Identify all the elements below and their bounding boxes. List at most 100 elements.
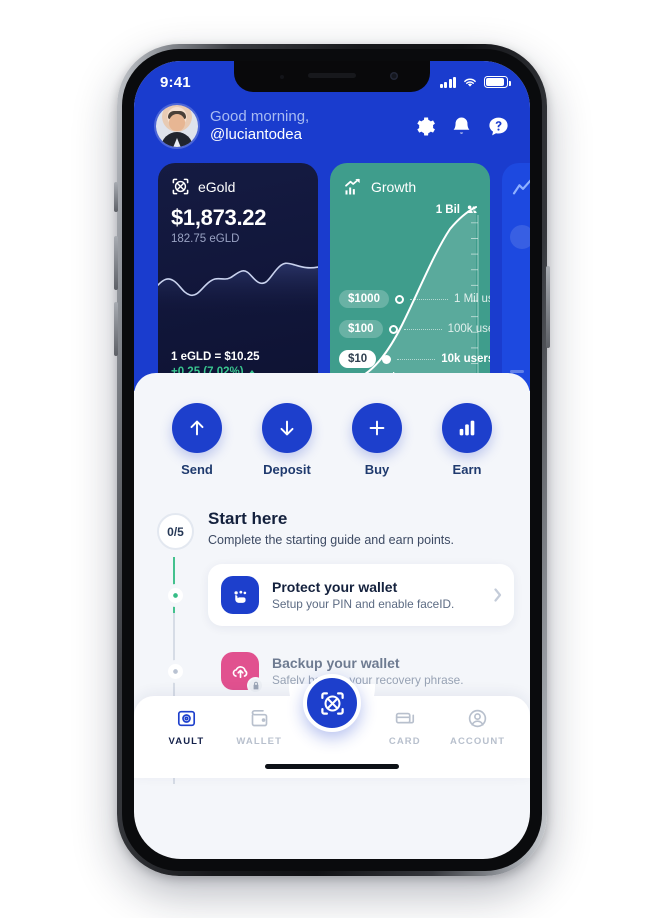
task-text: Backup your wallet Safely backup your re… [272,655,502,687]
volume-down-button[interactable] [114,302,118,356]
screenshot-canvas: 9:41 Good morning, @luciantodea eGold $1… [0,0,664,918]
preview-badge [510,225,530,249]
growth-leader-line [397,358,436,360]
greeting-label: Good morning, [210,107,310,125]
egold-balance-value: $1,873.22 [171,205,267,230]
volume-up-button[interactable] [114,236,118,290]
growth-top-label-text: 1 Bil [435,203,460,216]
lock-icon [247,677,264,694]
greeting-row: Good morning, @luciantodea [134,97,530,163]
action-deposit[interactable]: Deposit [262,403,312,477]
tab-card[interactable]: CARD [368,708,441,747]
phone-bezel: 9:41 Good morning, @luciantodea eGold $1… [122,49,542,871]
growth-card[interactable]: Growth 1 Bil $1000 1 Mil u $100 100k us … [330,163,490,391]
growth-milestone-price: $100 [339,320,383,338]
task-node-locked [157,663,194,679]
card-carousel[interactable]: eGold $1,873.22 182.75 eGLD 1 eGLD = $10… [134,163,530,391]
plus-icon [352,403,402,453]
egold-balance-card[interactable]: eGold $1,873.22 182.75 eGLD 1 eGLD = $10… [158,163,318,391]
growth-milestone-row: $100 100k users [339,320,490,338]
start-here-description: Complete the starting guide and earn poi… [208,533,454,547]
cellular-signal-icon [439,76,456,88]
home-indicator[interactable] [265,764,399,769]
card-icon [396,712,415,724]
progress-badge: 0/5 [157,513,194,550]
growth-milestone-marker [388,324,398,334]
users-icon [466,205,477,214]
egold-logo-icon [320,691,344,715]
wallet-icon [251,709,268,727]
status-bar: 9:41 [134,61,530,97]
chart-line-icon [512,179,530,197]
task-text: Protect your wallet Setup your PIN and e… [272,579,481,611]
growth-milestone-marker [394,294,404,304]
battery-icon [484,76,511,88]
user-avatar[interactable] [156,105,198,147]
egold-fab-button[interactable] [303,674,361,732]
question-bubble-icon[interactable] [487,115,510,138]
task-item-protect-wallet[interactable]: Protect your wallet Setup your PIN and e… [156,564,530,626]
chart-growth-icon [343,177,363,197]
chevron-right-icon[interactable] [494,588,502,602]
action-buy-label: Buy [364,462,390,477]
header-actions [413,115,510,138]
growth-current-marker [382,354,392,364]
egold-card-header: eGold [171,177,305,196]
egold-card-title: eGold [198,178,236,195]
egold-logo-icon [171,177,190,196]
pin-tap-icon [221,576,259,614]
egold-balance-sub: 182.75 eGLD [171,233,240,245]
phone-screen: 9:41 Good morning, @luciantodea eGold $1… [134,61,530,859]
growth-milestone-users: 10k users [441,353,490,365]
mute-switch[interactable] [114,182,118,212]
growth-top-label: 1 Bil [436,203,478,216]
gear-icon[interactable] [413,115,436,138]
growth-leader-line [409,298,448,300]
content-sheet: Send Deposit Buy Earn 0/5 Start here Com… [134,373,530,784]
person-icon [468,709,487,728]
power-button[interactable] [546,266,550,348]
quick-actions: Send Deposit Buy Earn [134,393,530,483]
next-card-preview[interactable] [502,163,530,391]
cloud-upload-icon [221,652,264,694]
vault-icon [177,710,195,727]
username-label: @luciantodea [210,126,302,143]
growth-milestone-price: $10 [339,350,377,368]
growth-milestone-row-current: $10 10k users [339,350,490,368]
status-bar-indicators [439,76,511,88]
action-deposit-label: Deposit [263,462,311,477]
bar-chart-icon [442,403,492,453]
growth-card-title: Growth [371,179,417,195]
growth-milestone-users: 100k users [447,323,490,335]
action-earn[interactable]: Earn [442,403,492,477]
status-bar-time: 9:41 [160,73,191,91]
action-send[interactable]: Send [172,403,222,477]
tab-vault-label: VAULT [168,736,205,747]
egold-rate: 1 eGLD = $10.25 [171,351,260,363]
tab-account[interactable]: ACCOUNT [441,708,514,747]
growth-milestone-price: $1000 [339,290,389,308]
greeting-text: Good morning, @luciantodea [210,108,309,145]
growth-chart: 1 Bil $1000 1 Mil u $100 100k us $10 10k… [330,199,490,391]
action-earn-label: Earn [452,462,482,477]
tab-card-label: CARD [388,736,421,747]
task-title: Backup your wallet [272,655,400,671]
action-buy[interactable]: Buy [352,403,402,477]
growth-milestone-row: $1000 1 Mil users [339,290,490,308]
growth-milestone-users: 1 Mil users [453,293,490,305]
task-node-active [157,587,194,603]
arrow-up-icon [172,403,222,453]
bottom-tab-bar: VAULT WALLET · [134,674,530,778]
phone-frame: 9:41 Good morning, @luciantodea eGold $1… [114,44,550,876]
start-here-title: Start here [208,509,288,528]
arrow-down-icon [262,403,312,453]
task-subtitle: Setup your PIN and enable faceID. [272,597,455,611]
tab-vault[interactable]: VAULT [150,708,223,747]
task-title: Protect your wallet [272,579,398,595]
growth-card-header: Growth [343,177,490,197]
tab-wallet[interactable]: WALLET [223,708,296,747]
wifi-icon [464,78,476,87]
bell-icon[interactable] [450,115,473,138]
tab-account-label: ACCOUNT [449,736,506,747]
app-header: 9:41 Good morning, @luciantodea eGold $1… [134,61,530,391]
